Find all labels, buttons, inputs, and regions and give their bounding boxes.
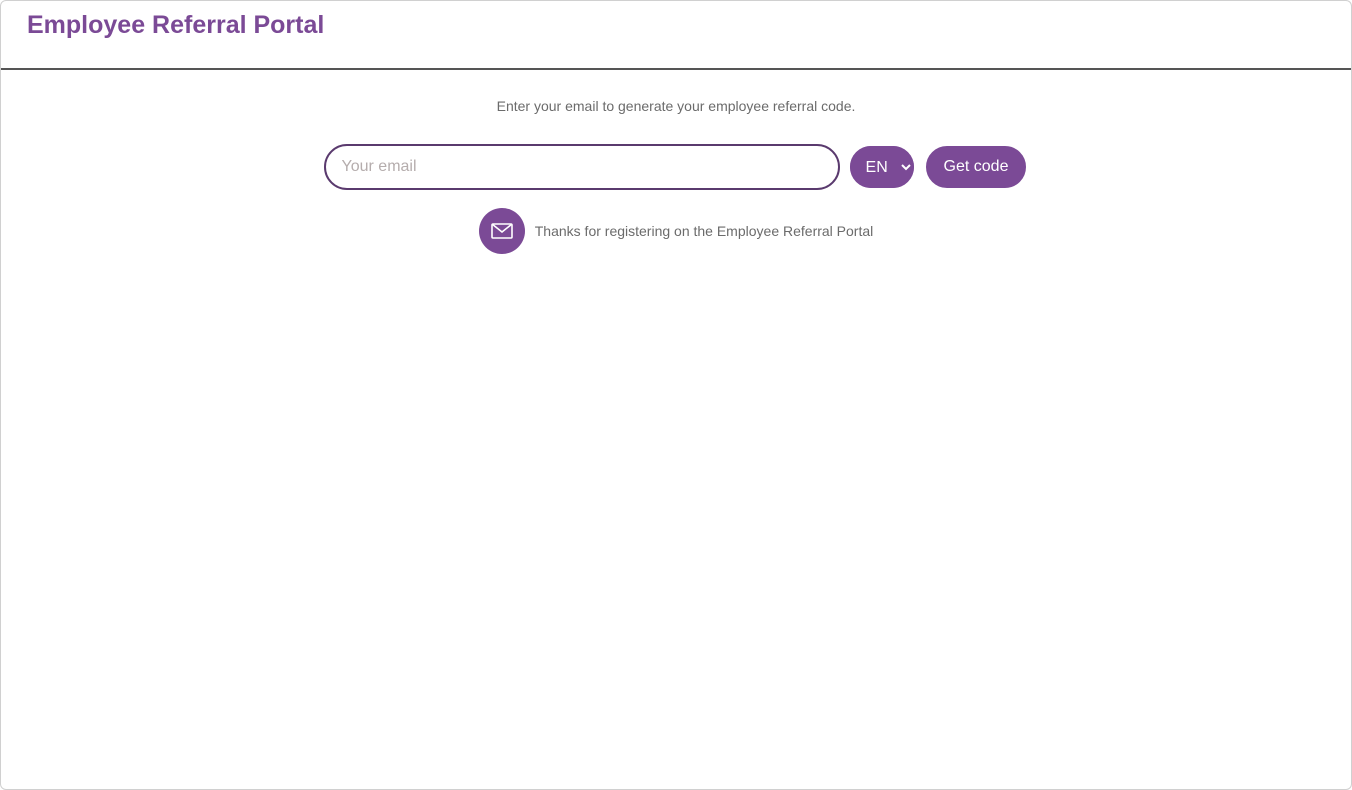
language-select-wrap: EN <box>848 144 916 190</box>
get-code-button[interactable]: Get code <box>924 144 1029 190</box>
language-select[interactable]: EN <box>850 146 914 188</box>
header: Employee Referral Portal <box>1 1 1351 70</box>
email-input[interactable] <box>324 144 840 190</box>
status-row: Thanks for registering on the Employee R… <box>479 208 874 254</box>
mail-icon <box>479 208 525 254</box>
page-title: Employee Referral Portal <box>27 11 1325 40</box>
main-content: Enter your email to generate your employ… <box>1 70 1351 254</box>
prompt-text: Enter your email to generate your employ… <box>497 98 856 114</box>
status-message: Thanks for registering on the Employee R… <box>535 223 874 239</box>
referral-form: EN Get code <box>324 144 1029 190</box>
